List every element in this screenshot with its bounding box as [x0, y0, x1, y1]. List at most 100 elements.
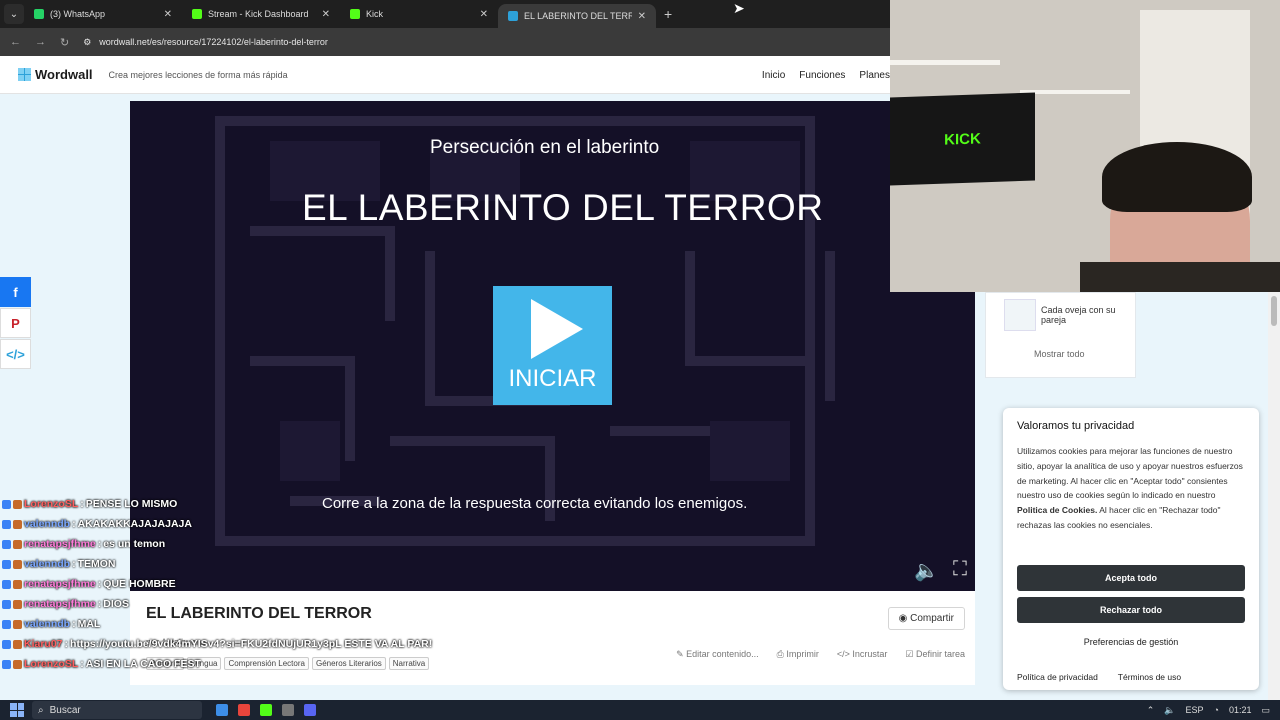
task-view-icon[interactable]	[216, 704, 228, 716]
manage-preferences-button[interactable]: Preferencias de gestión	[1017, 629, 1245, 655]
chat-badge-icon	[2, 579, 11, 589]
wifi-icon[interactable]: ◔	[1214, 705, 1219, 715]
search-icon: ⌕	[38, 704, 44, 716]
obs-icon[interactable]	[282, 704, 294, 716]
wordwall-logo[interactable]: Wordwall	[18, 67, 93, 82]
close-tab-icon[interactable]: ✕	[164, 9, 172, 20]
volume-icon[interactable]: 🔈	[1164, 705, 1175, 716]
site-header: Wordwall Crea mejores lecciones de forma…	[0, 56, 890, 94]
forward-icon[interactable]: →	[35, 36, 46, 48]
chat-badge-icon	[2, 559, 11, 569]
chat-badge-icon	[13, 619, 22, 629]
notification-icon[interactable]: ▭	[1261, 705, 1270, 716]
chat-username: renatapsjfhme	[24, 538, 96, 550]
kick-icon	[192, 9, 202, 19]
activity-thumbnail	[1004, 299, 1036, 331]
chat-badge-icon	[2, 639, 11, 649]
chat-username: valenndb	[24, 618, 71, 630]
scrollbar-thumb[interactable]	[1271, 296, 1277, 326]
webcam-shelf	[1020, 90, 1130, 94]
code-icon: </>	[836, 649, 853, 659]
chat-separator: :	[80, 658, 84, 670]
chat-badge-icon	[2, 599, 11, 609]
tab-search-button[interactable]: ⌄	[4, 4, 24, 24]
streamer-hair	[1102, 142, 1252, 212]
discord-icon[interactable]	[304, 704, 316, 716]
whatsapp-icon	[34, 9, 44, 19]
related-activity-card[interactable]: Cada oveja con su pareja Mostrar todo	[985, 292, 1136, 378]
chat-badge-icon	[13, 639, 22, 649]
clock[interactable]: 01:21	[1229, 705, 1252, 715]
webcam-shelf	[890, 60, 1000, 65]
chat-text: ASI EN LA CACO FEST	[85, 658, 201, 670]
nav-planes[interactable]: Planes	[859, 70, 890, 81]
site-info-icon[interactable]: ⚙	[83, 37, 91, 48]
print-link[interactable]: ⎙ Imprimir	[777, 649, 819, 660]
chat-separator: :	[80, 498, 84, 510]
close-tab-icon[interactable]: ✕	[480, 9, 488, 20]
game-controls: 🔈 ⛶	[914, 558, 967, 583]
taskbar-search[interactable]: ⌕ Buscar	[32, 701, 202, 719]
tab-title: (3) WhatsApp	[50, 9, 106, 19]
chat-message: valenndb: TEMON	[2, 556, 432, 572]
printer-icon: ⎙	[776, 649, 787, 659]
nav-inicio[interactable]: Inicio	[762, 70, 785, 81]
tab-wordwall[interactable]: EL LABERINTO DEL TERROR - P ✕	[498, 4, 656, 28]
embed-icon: </>	[6, 346, 25, 362]
edit-content-link[interactable]: ✎ Editar contenido...	[676, 649, 759, 660]
terms-link[interactable]: Términos de uso	[1118, 672, 1181, 682]
reject-all-button[interactable]: Rechazar todo	[1017, 597, 1245, 623]
tab-title: EL LABERINTO DEL TERROR - P	[524, 11, 632, 21]
new-tab-button[interactable]: +	[664, 6, 672, 22]
start-label: INICIAR	[508, 364, 597, 392]
cookie-policy-link[interactable]: Politica de Cookies.	[1017, 505, 1097, 515]
pinterest-icon: P	[11, 315, 20, 331]
embed-link[interactable]: </> Incrustar	[837, 649, 888, 660]
assign-label: Definir tarea	[915, 649, 965, 659]
start-game-button[interactable]: INICIAR	[493, 286, 612, 405]
fullscreen-icon[interactable]: ⛶	[953, 558, 967, 583]
chrome-icon[interactable]	[238, 704, 250, 716]
share-button[interactable]: ◉ Compartir	[887, 607, 965, 630]
chat-username: Kiaru07	[24, 638, 63, 650]
chat-message: renatapsjfhme: QUE HOMBRE	[2, 576, 432, 592]
mouse-cursor-icon: ➤	[733, 0, 745, 16]
url-text: wordwall.net/es/resource/17224102/el-lab…	[99, 37, 328, 47]
chat-separator: :	[72, 518, 76, 530]
chat-message: LorenzoSL: ASI EN LA CACO FEST	[2, 656, 432, 672]
nav-funciones[interactable]: Funciones	[799, 70, 845, 81]
reload-icon[interactable]: ↻	[60, 36, 69, 49]
privacy-policy-link[interactable]: Política de privacidad	[1017, 672, 1098, 682]
chat-text: es un temon	[103, 538, 166, 550]
app-icon[interactable]	[260, 704, 272, 716]
tab-kick[interactable]: Kick ✕	[340, 0, 498, 28]
close-tab-icon[interactable]: ✕	[638, 11, 646, 22]
accept-all-button[interactable]: Acepta todo	[1017, 565, 1245, 591]
embed-share-button[interactable]: </>	[0, 339, 31, 369]
assign-link[interactable]: ☑ Definir tarea	[905, 649, 965, 660]
pinterest-share-button[interactable]: P	[0, 308, 31, 338]
chevron-up-icon[interactable]: ⌃	[1147, 705, 1155, 716]
chat-username: renatapsjfhme	[24, 578, 96, 590]
close-tab-icon[interactable]: ✕	[322, 9, 330, 20]
volume-icon[interactable]: 🔈	[914, 558, 939, 583]
facebook-share-button[interactable]: f	[0, 277, 31, 307]
social-share-bar: f P </>	[0, 277, 31, 369]
language-indicator[interactable]: ESP	[1186, 705, 1204, 715]
tab-title: Stream - Kick Dashboard	[208, 9, 309, 19]
windows-start-icon[interactable]	[10, 703, 24, 717]
page-scrollbar[interactable]	[1268, 292, 1280, 700]
back-icon[interactable]: ←	[10, 36, 21, 48]
chat-separator: :	[72, 618, 76, 630]
show-all-link[interactable]: Mostrar todo	[1034, 349, 1085, 359]
chat-text: DIOS	[103, 598, 129, 610]
tab-title: Kick	[366, 9, 384, 19]
chat-badge-icon	[13, 659, 22, 669]
print-label: Imprimir	[786, 649, 819, 659]
tab-whatsapp[interactable]: (3) WhatsApp ✕	[24, 0, 182, 28]
tab-kick-dashboard[interactable]: Stream - Kick Dashboard ✕	[182, 0, 340, 28]
chat-badge-icon	[13, 599, 22, 609]
chat-badge-icon	[2, 519, 11, 529]
chat-username: LorenzoSL	[24, 658, 79, 670]
url-field[interactable]: ⚙ wordwall.net/es/resource/17224102/el-l…	[83, 37, 328, 48]
